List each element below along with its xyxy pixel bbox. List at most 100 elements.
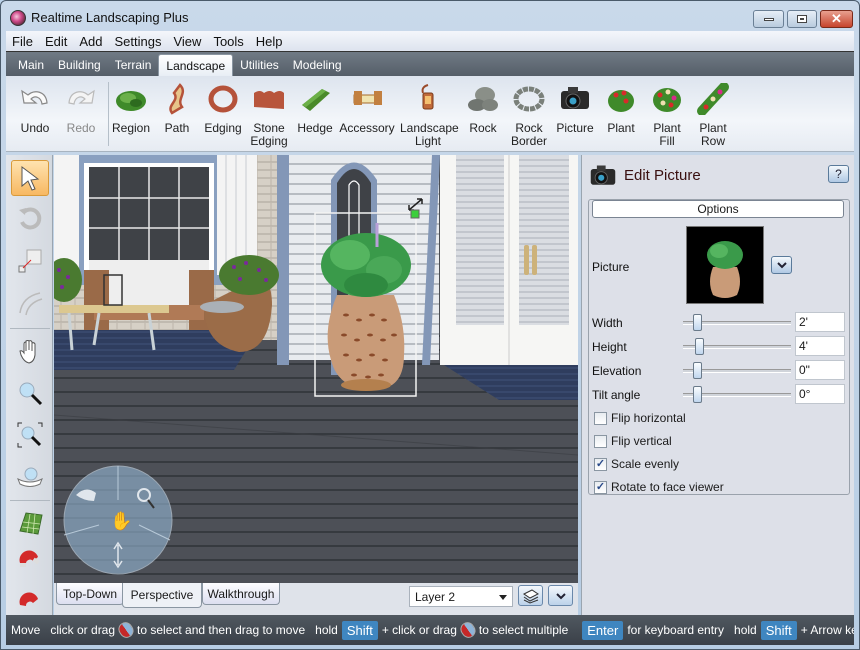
checkbox-box[interactable]: ✓	[594, 457, 607, 471]
hedge-button[interactable]: Hedge	[292, 80, 338, 150]
tab-walkthrough[interactable]: Walkthrough	[202, 583, 280, 605]
width-input[interactable]: 2'	[795, 312, 845, 332]
stone-edging-button[interactable]: Stone Edging	[246, 80, 292, 150]
rotate-icon	[19, 207, 42, 230]
width-slider[interactable]	[683, 314, 791, 331]
maximize-button[interactable]	[787, 10, 817, 28]
rock-icon	[466, 83, 500, 115]
shift-key-badge: Shift	[760, 620, 797, 640]
orbit-tool[interactable]	[11, 459, 49, 495]
grid-tool[interactable]	[11, 505, 49, 541]
minimize-button[interactable]	[753, 10, 784, 28]
slider-handle[interactable]	[695, 338, 704, 355]
zoom-tool[interactable]	[11, 375, 49, 411]
mouse-left-click-icon	[457, 619, 479, 641]
enter-key-badge: Enter	[582, 620, 624, 640]
3d-viewport[interactable]: ✋	[54, 155, 578, 583]
height-input[interactable]: 4'	[795, 336, 845, 356]
picture-button[interactable]: Picture	[552, 80, 598, 150]
rotate-tool[interactable]	[11, 200, 49, 236]
flip-horizontal-checkbox[interactable]: Flip horizontal	[594, 411, 686, 425]
picture-dropdown-button[interactable]	[771, 256, 792, 274]
snap-tool-2[interactable]	[11, 583, 49, 619]
tab-building[interactable]: Building	[51, 54, 108, 76]
title-bar: Realtime Landscaping Plus ✕	[1, 1, 859, 31]
edit-picture-panel: Edit Picture ? Options Picture Width 2' …	[581, 155, 854, 615]
help-button[interactable]: ?	[828, 165, 849, 183]
menu-help[interactable]: Help	[250, 34, 289, 49]
left-toolbar	[6, 155, 53, 615]
ribbon-tabs: Main Building Terrain Landscape Utilitie…	[6, 51, 854, 76]
rock-button[interactable]: Rock	[460, 80, 506, 150]
slider-handle[interactable]	[693, 314, 702, 331]
tab-main[interactable]: Main	[11, 54, 51, 76]
status-hint-enter: Enter for keyboard entry	[573, 615, 729, 645]
slider-handle[interactable]	[693, 362, 702, 379]
region-button[interactable]: Region	[108, 80, 154, 150]
magnet-icon	[19, 550, 40, 567]
picture-thumbnail[interactable]	[686, 226, 764, 304]
arrow-cursor-icon	[21, 166, 40, 191]
zoom-extents-tool[interactable]	[11, 417, 49, 453]
flip-vertical-checkbox[interactable]: Flip vertical	[594, 434, 672, 448]
plant-row-button[interactable]: Plant Row	[690, 80, 736, 150]
rock-border-button[interactable]: Rock Border	[506, 80, 552, 150]
tab-terrain[interactable]: Terrain	[108, 54, 159, 76]
checkbox-box[interactable]	[594, 411, 607, 425]
checkbox-label: Scale evenly	[611, 457, 680, 471]
layers-button[interactable]	[518, 585, 543, 606]
orbit-icon	[17, 467, 43, 487]
tab-utilities[interactable]: Utilities	[233, 54, 286, 76]
tilt-angle-label: Tilt angle	[592, 388, 641, 402]
checkbox-box[interactable]	[594, 434, 607, 448]
rotate-to-face-viewer-checkbox[interactable]: ✓ Rotate to face viewer	[594, 480, 724, 494]
menu-settings[interactable]: Settings	[109, 34, 168, 49]
layers-menu-button[interactable]	[548, 585, 573, 606]
menu-add[interactable]: Add	[73, 34, 108, 49]
status-hint-multi: hold Shift + click or drag to select mul…	[310, 615, 573, 645]
options-group: Options Picture Width 2' Height 4' Eleva…	[588, 199, 850, 495]
edging-button[interactable]: Edging	[200, 80, 246, 150]
menu-file[interactable]: File	[6, 34, 39, 49]
undo-button[interactable]: Undo	[12, 80, 58, 150]
accessory-button[interactable]: Accessory	[338, 80, 396, 150]
elevation-slider[interactable]	[683, 362, 791, 379]
hand-icon	[19, 340, 36, 364]
panel-header: Edit Picture ?	[582, 155, 855, 195]
close-button[interactable]: ✕	[820, 10, 853, 28]
scene-render: ✋	[54, 155, 578, 583]
select-tool[interactable]	[11, 160, 49, 196]
menu-view[interactable]: View	[167, 34, 207, 49]
status-hint-select: click or drag to select and then drag to…	[45, 615, 310, 645]
tilt-angle-slider[interactable]	[683, 386, 791, 403]
checkbox-box[interactable]: ✓	[594, 480, 607, 494]
plant-button[interactable]: Plant	[598, 80, 644, 150]
magnet-icon	[19, 592, 38, 606]
tilt-angle-input[interactable]: 0°	[795, 384, 845, 404]
tab-perspective[interactable]: Perspective	[122, 583, 202, 608]
layer-select[interactable]: Layer 2	[409, 586, 513, 607]
redo-button[interactable]: Redo	[58, 80, 104, 150]
options-tab[interactable]: Options	[592, 200, 844, 218]
arc-tool[interactable]	[11, 285, 49, 321]
rock-border-icon	[512, 83, 546, 115]
plant-fill-button[interactable]: Plant Fill	[644, 80, 690, 150]
pan-tool[interactable]	[11, 333, 49, 369]
height-slider[interactable]	[683, 338, 791, 355]
plant-row-icon	[696, 82, 730, 116]
scale-evenly-checkbox[interactable]: ✓ Scale evenly	[594, 457, 679, 471]
tab-modeling[interactable]: Modeling	[286, 54, 349, 76]
zoom-extents-icon	[17, 422, 43, 448]
tab-landscape[interactable]: Landscape	[158, 54, 234, 76]
stone-edging-icon	[252, 83, 286, 115]
path-button[interactable]: Path	[154, 80, 200, 150]
resize-tool[interactable]	[11, 243, 49, 279]
slider-handle[interactable]	[693, 386, 702, 403]
menu-tools[interactable]: Tools	[207, 34, 249, 49]
elevation-input[interactable]: 0"	[795, 360, 845, 380]
tab-top-down[interactable]: Top-Down	[56, 583, 124, 605]
menu-edit[interactable]: Edit	[39, 34, 73, 49]
snap-tool[interactable]	[11, 545, 49, 581]
landscape-light-button[interactable]: Landscape Light	[400, 80, 459, 150]
dropdown-arrow-icon	[499, 595, 507, 600]
